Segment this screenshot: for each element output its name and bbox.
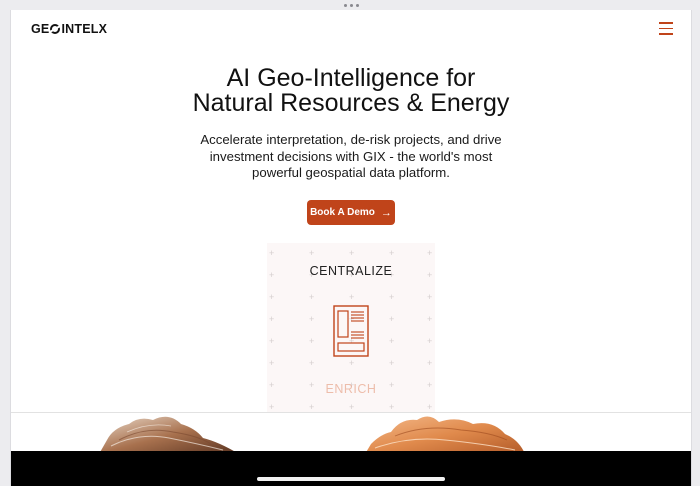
- home-indicator[interactable]: [257, 477, 445, 481]
- plus-mark: +: [427, 248, 433, 258]
- feature-word-centralize: CENTRALIZE: [309, 264, 393, 278]
- logo-ring-icon: [50, 24, 61, 34]
- plus-mark: +: [309, 358, 315, 368]
- plus-mark: +: [309, 402, 315, 412]
- plus-mark: +: [269, 336, 275, 346]
- plus-mark: +: [309, 248, 315, 258]
- hero-subtitle-line-2: investment decisions with GIX - the worl…: [209, 148, 493, 164]
- feature-word-enrich: ENRICH: [325, 382, 377, 396]
- feature-panel: + + + + + + + + + + + + + + + + + + + + + + + + + + + + + + + + + + + + + + + +…: [267, 243, 435, 413]
- plus-mark: +: [349, 292, 355, 302]
- plus-mark: +: [349, 358, 355, 368]
- plus-mark: +: [389, 292, 395, 302]
- window-drag-handle[interactable]: [344, 4, 359, 7]
- plus-mark: +: [427, 358, 433, 368]
- document-panel-icon: [333, 305, 369, 357]
- hero-title-line-1: AI Geo-Intelligence for: [226, 64, 476, 92]
- plus-mark: +: [309, 292, 315, 302]
- hamburger-menu-icon[interactable]: [659, 22, 673, 36]
- navbar: GE INTEL X: [11, 10, 691, 50]
- plus-mark: +: [389, 336, 395, 346]
- plus-mark: +: [349, 248, 355, 258]
- hero-subtitle-line-3: powerful geospatial data platform.: [252, 165, 450, 180]
- book-demo-button[interactable]: Book A Demo →: [307, 200, 395, 225]
- plus-mark: +: [389, 314, 395, 324]
- app-viewport: GE INTEL X AI Geo-Intelligence for Natural…: [10, 10, 692, 486]
- hero-subtitle: Accelerate interpretation, de-risk proje…: [171, 132, 531, 182]
- plus-mark: +: [389, 358, 395, 368]
- plus-mark: +: [389, 248, 395, 258]
- plus-mark: +: [427, 292, 433, 302]
- logo-text-x: X: [98, 22, 108, 36]
- plus-mark: +: [427, 314, 433, 324]
- plus-mark: +: [309, 336, 315, 346]
- plus-mark: +: [269, 314, 275, 324]
- rock-sample-image-right: [365, 416, 525, 454]
- hero-title-line-2: Natural Resources & Energy: [192, 89, 510, 117]
- arrow-right-icon: →: [380, 206, 392, 219]
- logo-text-intel: INTEL: [61, 22, 99, 36]
- hero-subtitle-line-1: Accelerate interpretation, de-risk proje…: [200, 132, 502, 147]
- brand-logo[interactable]: GE INTEL X: [31, 22, 107, 36]
- plus-mark: +: [349, 402, 355, 412]
- hero-title: AI Geo-Intelligence for Natural Resource…: [11, 66, 691, 116]
- plus-mark: +: [269, 292, 275, 302]
- rock-sample-image-left: [99, 416, 239, 454]
- logo-text-ge: GE: [31, 22, 50, 36]
- plus-mark: +: [269, 402, 275, 412]
- plus-mark: +: [269, 248, 275, 258]
- plus-mark: +: [427, 336, 433, 346]
- book-demo-label: Book A Demo: [310, 207, 375, 218]
- plus-mark: +: [269, 358, 275, 368]
- plus-mark: +: [309, 314, 315, 324]
